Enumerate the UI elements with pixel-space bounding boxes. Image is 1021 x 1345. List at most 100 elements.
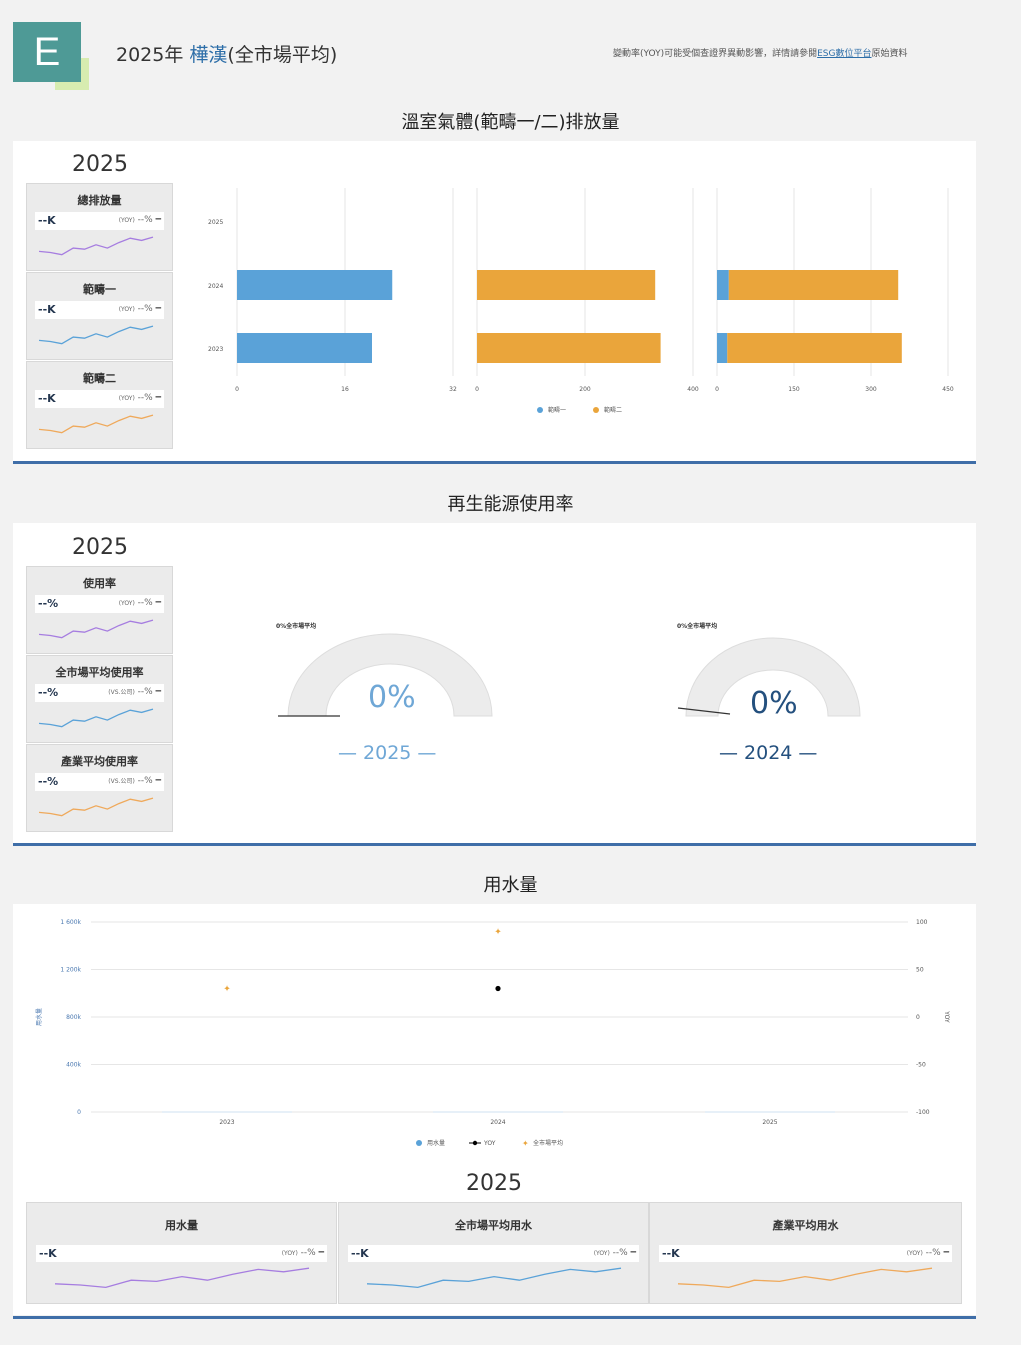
kpi-change-value: --% ━ <box>137 393 161 403</box>
sparkline-line <box>367 1267 622 1289</box>
kpi-change-value: --% ━ <box>137 215 161 225</box>
water-kpi-card[interactable]: 用水量 --K (YOY) --% ━ <box>26 1202 337 1304</box>
kpi-change-value: --% ━ <box>925 1248 949 1258</box>
kpi-title: 產業平均用水 <box>772 1219 839 1232</box>
ghg-bar[interactable] <box>477 270 656 300</box>
ghg-bar[interactable] <box>477 333 661 363</box>
ghg-section-title: 溫室氣體(範疇一/二)排放量 <box>401 112 620 133</box>
water-y2-tick: -100 <box>916 1109 930 1116</box>
kpi-value: --K <box>38 214 56 227</box>
ghg-tick-label: 32 <box>449 386 457 393</box>
ghg-kpi-card[interactable]: 範疇一 --K (YOY) --% ━ <box>26 272 173 360</box>
kpi-title: 範疇一 <box>83 283 116 296</box>
water-scatter-chart[interactable]: 0 400k 800k 1 200k 1 600k -100 -50 0 50 100 用水量 YOY… <box>13 904 976 1164</box>
page-title: 2025年 樺漢(全市場平均) <box>116 40 337 67</box>
water-y-tick: 800k <box>66 1014 81 1021</box>
kpi-title: 產業平均使用率 <box>61 755 138 768</box>
ghg-tick-label: 300 <box>865 386 877 393</box>
note-suffix: 原始資料 <box>871 49 908 59</box>
water-yoy-point[interactable] <box>495 985 501 992</box>
kpi-value-row: --% (VS.公司) --% ━ <box>35 684 164 702</box>
ghg-tick-label: 16 <box>341 386 349 393</box>
water-x-tick: 2023 <box>219 1119 234 1126</box>
water-kpi-card[interactable]: 全市場平均用水 --K (YOY) --% ━ <box>338 1202 649 1304</box>
kpi-change: (YOY) --% ━ <box>119 393 161 403</box>
kpi-sparkline <box>39 708 154 728</box>
kpi-value: --% <box>38 775 59 788</box>
water-legend-marker <box>472 1140 478 1146</box>
sparkline-line <box>39 325 154 345</box>
kpi-change: (YOY) --% ━ <box>907 1248 949 1258</box>
esg-platform-link[interactable]: ESG數位平台 <box>817 49 871 59</box>
yoy-note: 變動率(YOY)可能受個查證界異動影響，詳情請參閱ESG數位平台原始資料 <box>613 46 908 59</box>
water-y2-axis-label: YOY <box>943 1010 950 1023</box>
kpi-value-row: --% (YOY) --% ━ <box>35 595 164 613</box>
title-year: 2025年 <box>116 44 190 66</box>
sparkline-line <box>55 1267 310 1289</box>
ghg-kpi-card[interactable]: 總排放量 --K (YOY) --% ━ <box>26 183 173 271</box>
kpi-value: --K <box>38 303 56 316</box>
ghg-bar[interactable] <box>717 333 728 363</box>
water-y2-tick: 50 <box>916 967 924 974</box>
sparkline-line <box>39 414 154 434</box>
renewable-year: 2025 <box>72 535 128 560</box>
ghg-tick-label: 150 <box>788 386 800 393</box>
kpi-title: 總排放量 <box>77 194 122 207</box>
ghg-bar[interactable] <box>237 333 372 363</box>
ghg-legend-label[interactable]: 範疇二 <box>604 406 622 414</box>
ghg-tick-label: 450 <box>942 386 954 393</box>
ghg-bar[interactable] <box>717 270 729 300</box>
ghg-legend-label[interactable]: 範疇一 <box>548 406 566 414</box>
sparkline-line <box>678 1267 933 1289</box>
kpi-change-label: (YOY) <box>118 600 135 607</box>
kpi-value: --K <box>351 1247 369 1260</box>
kpi-value: --% <box>38 597 59 610</box>
ghg-tick-label: 200 <box>579 386 591 393</box>
kpi-change: (VS.公司) --% ━ <box>108 687 161 697</box>
renewable-section-title: 再生能源使用率 <box>447 494 574 515</box>
water-market-avg-point[interactable]: ✦ <box>494 928 502 938</box>
water-legend-marker: ✦ <box>522 1139 529 1148</box>
sparkline-line <box>39 236 154 256</box>
ghg-tick-label: 0 <box>715 386 719 393</box>
water-legend-label[interactable]: 用水量 <box>427 1139 445 1147</box>
water-y2-tick: -50 <box>916 1062 926 1069</box>
water-legend-label[interactable]: YOY <box>483 1140 496 1147</box>
water-y-tick: 1 200k <box>60 967 81 974</box>
ghg-bar[interactable] <box>727 333 902 363</box>
ghg-kpi-card[interactable]: 範疇二 --K (YOY) --% ━ <box>26 361 173 449</box>
kpi-value-row: --K (YOY) --% ━ <box>35 301 164 319</box>
renewable-kpi-card[interactable]: 使用率 --% (YOY) --% ━ <box>26 566 173 654</box>
ghg-category-label: 2025 <box>208 219 223 226</box>
kpi-sparkline <box>39 619 154 639</box>
water-y2-tick: 0 <box>916 1014 920 1021</box>
kpi-change-value: --% ━ <box>137 598 161 608</box>
kpi-title: 使用率 <box>83 577 116 590</box>
kpi-value: --% <box>38 686 59 699</box>
renewable-kpi-card[interactable]: 全市場平均使用率 --% (VS.公司) --% ━ <box>26 655 173 743</box>
renewable-kpi-card[interactable]: 產業平均使用率 --% (VS.公司) --% ━ <box>26 744 173 832</box>
water-kpi-card[interactable]: 產業平均用水 --K (YOY) --% ━ <box>649 1202 962 1304</box>
ghg-divider <box>13 461 976 464</box>
kpi-change: (YOY) --% ━ <box>282 1248 324 1258</box>
kpi-title: 用水量 <box>165 1219 198 1232</box>
ghg-bar[interactable] <box>237 270 393 300</box>
kpi-change-label: (YOY) <box>118 217 135 224</box>
water-legend-label[interactable]: 全市場平均 <box>533 1139 563 1147</box>
kpi-title: 全市場平均用水 <box>455 1219 532 1232</box>
ghg-bar-charts[interactable]: 2025 2024 2023 0 16 32 0 200 400 0 150 300 450 範疇一 範疇二 <box>190 180 970 430</box>
water-market-avg-point[interactable]: ✦ <box>223 985 231 995</box>
sparkline-line <box>39 797 154 817</box>
title-company[interactable]: 樺漢 <box>189 44 227 66</box>
kpi-change: (YOY) --% ━ <box>119 304 161 314</box>
sparkline-line <box>39 708 154 728</box>
kpi-value-row: --% (VS.公司) --% ━ <box>35 773 164 791</box>
ghg-legend-marker <box>537 407 543 413</box>
kpi-sparkline <box>39 797 154 817</box>
kpi-change-value: --% ━ <box>300 1248 324 1258</box>
category-logo: E <box>13 22 81 82</box>
kpi-change-value: --% ━ <box>137 687 161 697</box>
water-section-title: 用水量 <box>483 875 538 896</box>
kpi-sparkline <box>39 414 154 434</box>
ghg-bar[interactable] <box>728 270 899 300</box>
